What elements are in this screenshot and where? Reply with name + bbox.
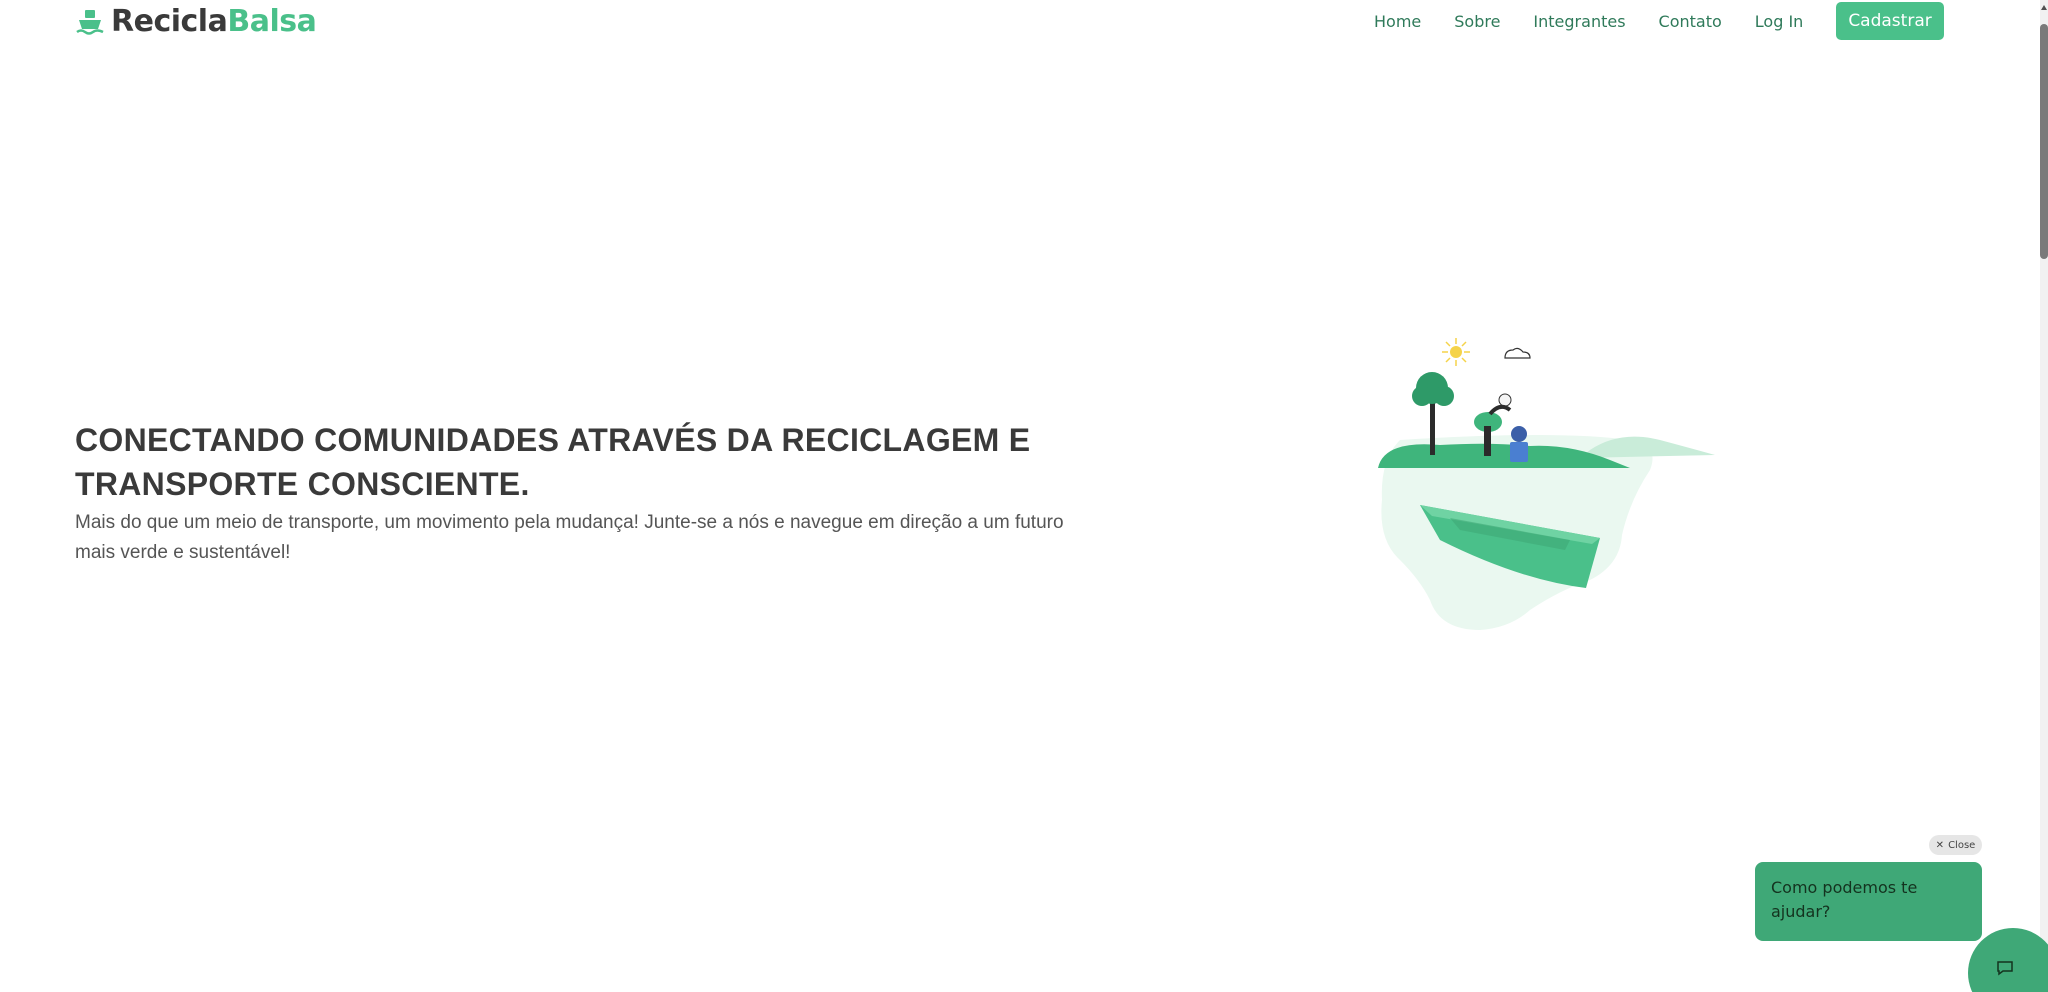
brand-name-part2: Balsa (227, 4, 317, 39)
site-header: ReciclaBalsa Home Sobre Integrantes Cont… (0, 0, 2040, 44)
hero-title: CONECTANDO COMUNIDADES ATRAVÉS DA RECICL… (75, 422, 1031, 502)
recycling-boat-illustration (1378, 338, 1715, 630)
nav-sobre[interactable]: Sobre (1454, 12, 1500, 31)
main-nav: Home Sobre Integrantes Contato Log In Ca… (1374, 2, 1944, 40)
nav-login[interactable]: Log In (1755, 12, 1804, 31)
signup-button[interactable]: Cadastrar (1836, 2, 1944, 40)
page-scrollbar[interactable] (2040, 0, 2048, 992)
brand-logo[interactable]: ReciclaBalsa (75, 3, 317, 41)
scroll-thumb[interactable] (2040, 24, 2048, 259)
hero-subtitle: Mais do que um meio de transporte, um mo… (75, 512, 1064, 563)
nav-contato[interactable]: Contato (1659, 12, 1722, 31)
chat-greeting-bubble[interactable]: Como podemos te ajudar? (1755, 862, 1982, 941)
close-icon: ✕ (1935, 839, 1945, 851)
scroll-up-arrow-icon[interactable] (2040, 0, 2048, 16)
nav-home[interactable]: Home (1374, 12, 1421, 31)
brand-name-part1: Recicla (111, 4, 228, 39)
brand-name: ReciclaBalsa (111, 3, 317, 41)
chat-close-label: Close (1948, 839, 1976, 851)
chat-icon (1997, 961, 2013, 976)
nav-integrantes[interactable]: Integrantes (1533, 12, 1625, 31)
ship-icon (76, 10, 104, 35)
chat-close-button[interactable]: ✕ Close (1929, 835, 1982, 855)
